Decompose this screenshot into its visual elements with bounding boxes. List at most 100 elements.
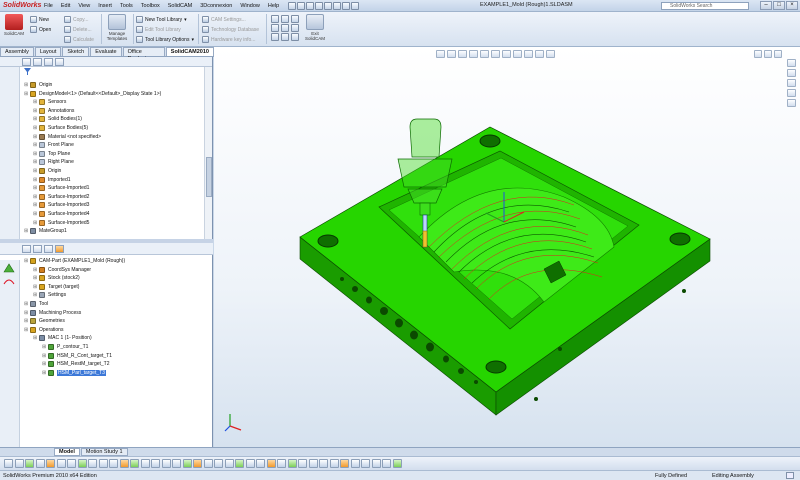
toolbar-command-icon[interactable] <box>350 459 360 468</box>
tree-item[interactable]: ⊞ Sensors <box>33 98 66 106</box>
maximize-button[interactable]: □ <box>773 1 785 10</box>
edit-tool-library-button[interactable]: Edit Tool Library <box>136 25 181 34</box>
utility-icon[interactable] <box>291 15 299 23</box>
toolbar-command-icon[interactable] <box>245 459 255 468</box>
expand-icon[interactable]: ⊞ <box>33 267 38 273</box>
toolbar-command-icon[interactable] <box>67 459 76 468</box>
toolbar-command-icon[interactable] <box>382 459 391 468</box>
dim-expert-tab-icon[interactable] <box>55 57 64 66</box>
utility-icon[interactable] <box>271 33 279 41</box>
tool-library-options-button[interactable]: Tool Library Options ▾ <box>136 35 194 44</box>
toolbar-command-icon[interactable] <box>14 459 24 468</box>
menu-solidcam[interactable]: SolidCAM <box>164 3 196 9</box>
expand-icon[interactable]: ⊞ <box>33 275 38 281</box>
cam-config-tab-icon[interactable] <box>44 244 53 253</box>
tree-item[interactable]: ⊞ Right Plane <box>33 158 74 166</box>
toolbar-command-icon[interactable] <box>4 459 13 468</box>
tree-item[interactable]: ⊞ Surface-Imported4 <box>33 210 89 218</box>
tree-item[interactable]: ⊞ MAC 1 (1- Position) <box>33 334 92 342</box>
open-button[interactable]: Open <box>30 25 51 34</box>
expand-icon[interactable]: ⊞ <box>33 108 38 114</box>
calculate-button[interactable]: Calculate <box>64 35 94 44</box>
toolbar-command-icon[interactable] <box>203 459 213 468</box>
expand-icon[interactable]: ⊞ <box>24 228 29 234</box>
tab-assembly[interactable]: Assembly <box>0 47 34 56</box>
toolbar-command-icon[interactable] <box>277 459 286 468</box>
close-button[interactable]: × <box>786 1 798 10</box>
expand-icon[interactable]: ⊞ <box>33 159 38 165</box>
solidcam-button[interactable]: SolidCAM <box>2 14 26 36</box>
tree-item[interactable]: ⊞ P_contour_T1 <box>42 343 88 351</box>
expand-icon[interactable]: ⊞ <box>24 318 29 324</box>
toolbar-command-icon[interactable] <box>35 459 45 468</box>
toolbar-command-icon[interactable] <box>88 459 97 468</box>
expand-icon[interactable]: ⊞ <box>24 301 29 307</box>
utility-icon[interactable] <box>271 24 279 32</box>
expand-icon[interactable]: ⊞ <box>33 134 38 140</box>
tab-motion-study-1[interactable]: Motion Study 1 <box>80 448 128 456</box>
tree-item[interactable]: ⊞ DesignModel<1> (Default<<Default>_Displ… <box>24 90 161 98</box>
expand-icon[interactable]: ⊞ <box>33 292 38 298</box>
expand-icon[interactable]: ⊞ <box>42 370 47 376</box>
menu-3dconnexion[interactable]: 3Dconnexion <box>196 3 236 9</box>
delete-button[interactable]: Delete... <box>64 25 92 34</box>
toolbar-command-icon[interactable] <box>224 459 234 468</box>
utility-icon[interactable] <box>281 33 289 41</box>
expand-icon[interactable]: ⊞ <box>33 116 38 122</box>
mold-model-3d[interactable] <box>214 47 800 447</box>
tree-item[interactable]: ⊞ Operations <box>24 326 63 334</box>
tree-item[interactable]: ⊞ Material <not specified> <box>33 133 101 141</box>
copy-button[interactable]: Copy... <box>64 15 88 24</box>
graphics-area[interactable] <box>214 47 800 447</box>
undo-icon[interactable] <box>324 1 333 10</box>
toolbar-command-icon[interactable] <box>214 459 223 468</box>
utility-icon[interactable] <box>291 24 299 32</box>
toolbar-command-icon[interactable] <box>287 459 297 468</box>
solidworks-logo[interactable]: SolidWorks <box>0 0 41 12</box>
toolbar-command-icon[interactable] <box>56 459 66 468</box>
solidcam-manager-tab-icon[interactable] <box>55 244 64 253</box>
tree-item[interactable]: ⊞ Top Plane <box>33 150 70 158</box>
toolbar-command-icon[interactable] <box>235 459 244 468</box>
tree-item[interactable]: ⊞ Target (target) <box>33 283 79 291</box>
tree-item[interactable]: ⊞ Machining Process <box>24 309 81 317</box>
tree-item[interactable]: ⊞ Annotations <box>33 107 74 115</box>
new-tool-library-button[interactable]: New Tool Library ▾ <box>136 15 187 24</box>
tree-item[interactable]: ⊞ MateGroup1 <box>24 227 67 235</box>
expand-icon[interactable]: ⊞ <box>24 258 29 264</box>
utility-icon[interactable] <box>281 15 289 23</box>
tree-item[interactable]: ⊞ CAM-Part (EXAMPLE1_Mold (Rough)) <box>24 257 125 265</box>
tab-office-products[interactable]: Office Products <box>122 47 165 62</box>
expand-icon[interactable]: ⊞ <box>33 99 38 105</box>
cam-property-tab-icon[interactable] <box>33 244 42 253</box>
tree-item[interactable]: ⊞ Geometries <box>24 317 65 325</box>
toolbar-command-icon[interactable] <box>266 459 276 468</box>
expand-icon[interactable]: ⊞ <box>24 82 29 88</box>
toolbar-command-icon[interactable] <box>25 459 34 468</box>
expand-icon[interactable]: ⊞ <box>33 142 38 148</box>
tree-item[interactable]: ⊞ HSM_RestM_target_T2 <box>42 360 110 368</box>
tab-solidcam2010[interactable]: SolidCAM2010 <box>165 47 214 56</box>
menu-window[interactable]: Window <box>236 3 264 9</box>
menu-tools[interactable]: Tools <box>116 3 137 9</box>
expand-icon[interactable]: ⊞ <box>24 310 29 316</box>
toolbar-command-icon[interactable] <box>130 459 139 468</box>
options-icon[interactable] <box>351 1 360 10</box>
minimize-button[interactable]: – <box>760 1 772 10</box>
machining-icon[interactable] <box>3 263 15 273</box>
tree-item[interactable]: ⊞ Imported1 <box>33 176 71 184</box>
toolbar-command-icon[interactable] <box>119 459 129 468</box>
expand-icon[interactable]: ⊞ <box>33 194 38 200</box>
solidcam-tree-tab-icon[interactable] <box>22 244 31 253</box>
toolbar-command-icon[interactable] <box>77 459 87 468</box>
hardware-key-button[interactable]: Hardware key info... <box>202 35 255 44</box>
new-document-icon[interactable] <box>288 1 297 10</box>
tab-sketch[interactable]: Sketch <box>62 47 90 56</box>
tab-model[interactable]: Model <box>54 448 80 456</box>
tree-item[interactable]: ⊞ Origin <box>24 81 52 89</box>
expand-icon[interactable]: ⊞ <box>42 361 47 367</box>
expand-icon[interactable]: ⊞ <box>24 91 29 97</box>
utility-icon[interactable] <box>271 15 279 23</box>
menu-insert[interactable]: Insert <box>94 3 116 9</box>
tree-item[interactable]: ⊞ HSM_Parl_target_T3 <box>42 369 106 377</box>
